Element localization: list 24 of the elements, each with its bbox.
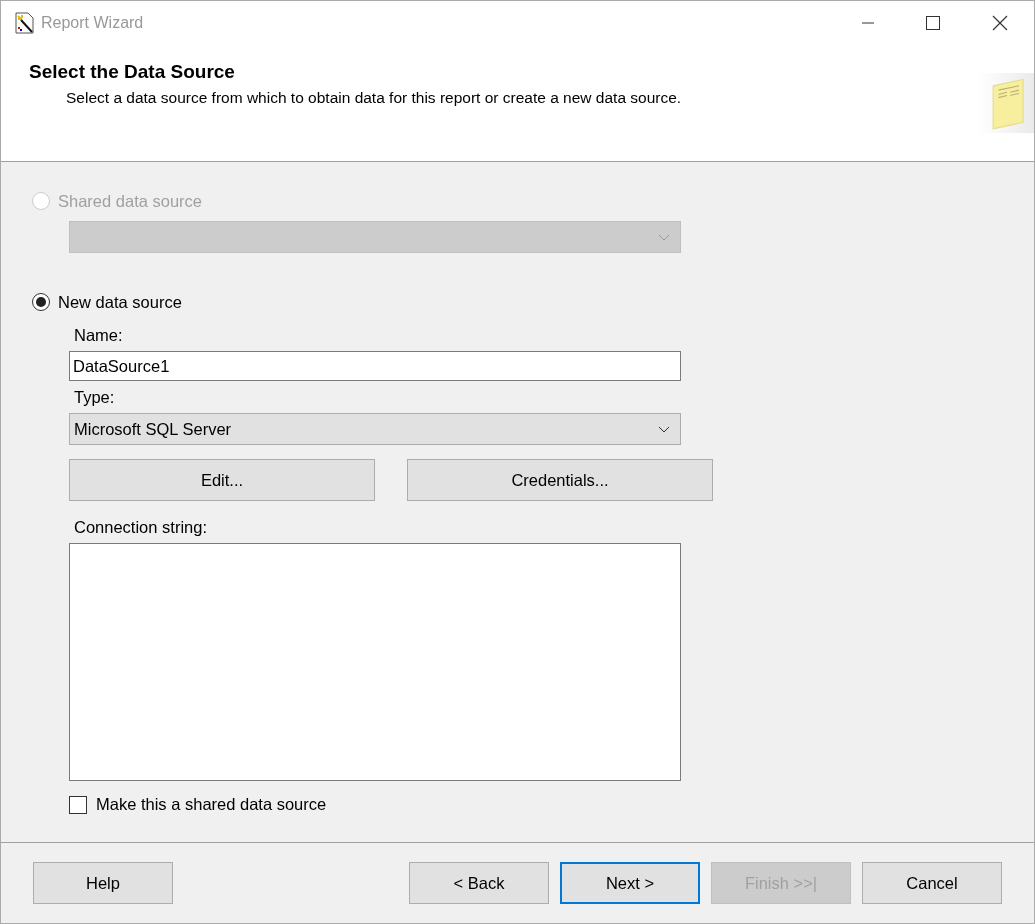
type-dropdown[interactable]: Microsoft SQL Server [69, 413, 681, 445]
chevron-down-icon [658, 233, 670, 241]
close-icon[interactable] [992, 15, 1008, 31]
wizard-button[interactable]: < Back [409, 862, 549, 904]
action-button[interactable]: Credentials... [407, 459, 713, 501]
name-input-field[interactable]: DataSource1 [69, 351, 681, 381]
page-title: Select the Data Source [29, 61, 236, 83]
report-wizard-icon [15, 12, 35, 34]
radio-label[interactable]: New data source [58, 292, 182, 312]
connection-string-field[interactable] [69, 543, 681, 781]
checkbox[interactable] [69, 795, 87, 814]
radio-button[interactable] [32, 293, 50, 311]
field-label: Connection string: [73, 517, 208, 538]
action-button[interactable]: Edit... [69, 459, 375, 501]
field-label: Name: [73, 325, 124, 346]
wizard-button[interactable]: Next > [560, 862, 700, 904]
field-label: Type: [73, 387, 116, 408]
wizard-button[interactable]: Cancel [862, 862, 1002, 904]
checkbox-label[interactable]: Make this a shared data source [96, 795, 327, 814]
page-subtitle: Select a data source from which to obtain data for this report or create a new data source. [66, 89, 683, 107]
maximize-icon[interactable] [926, 16, 940, 30]
help-button[interactable]: Help [33, 862, 173, 904]
window-title: Report Wizard [41, 14, 144, 32]
chevron-down-icon [658, 425, 670, 433]
